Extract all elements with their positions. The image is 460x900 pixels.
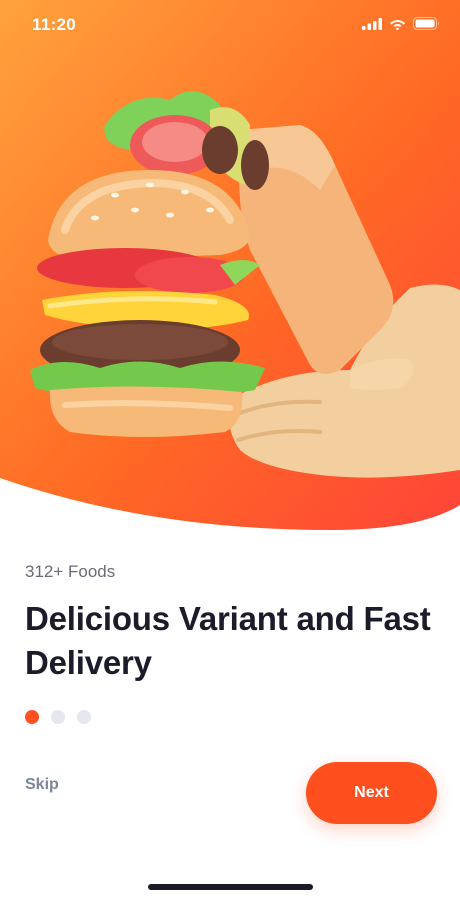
status-time: 11:20 bbox=[32, 15, 77, 34]
page-dot-3[interactable] bbox=[77, 710, 91, 724]
wifi-icon bbox=[390, 19, 405, 30]
next-button[interactable]: Next bbox=[306, 762, 437, 824]
page-dot-2[interactable] bbox=[51, 710, 65, 724]
battery-icon bbox=[413, 17, 439, 30]
status-icons bbox=[362, 17, 440, 30]
signal-icon bbox=[362, 17, 382, 30]
skip-button[interactable]: Skip bbox=[25, 776, 59, 794]
status-bar: 11:20 bbox=[0, 0, 460, 50]
home-indicator[interactable] bbox=[148, 884, 313, 890]
onboarding-headline: Delicious Variant and Fast Delivery bbox=[25, 600, 431, 681]
page-dot-1[interactable] bbox=[25, 710, 39, 724]
burger-in-hand-illustration bbox=[30, 91, 460, 478]
food-count-label: 312+ Foods bbox=[25, 562, 116, 581]
page-indicator bbox=[25, 710, 91, 724]
hero-section: 11:20 bbox=[0, 0, 460, 530]
